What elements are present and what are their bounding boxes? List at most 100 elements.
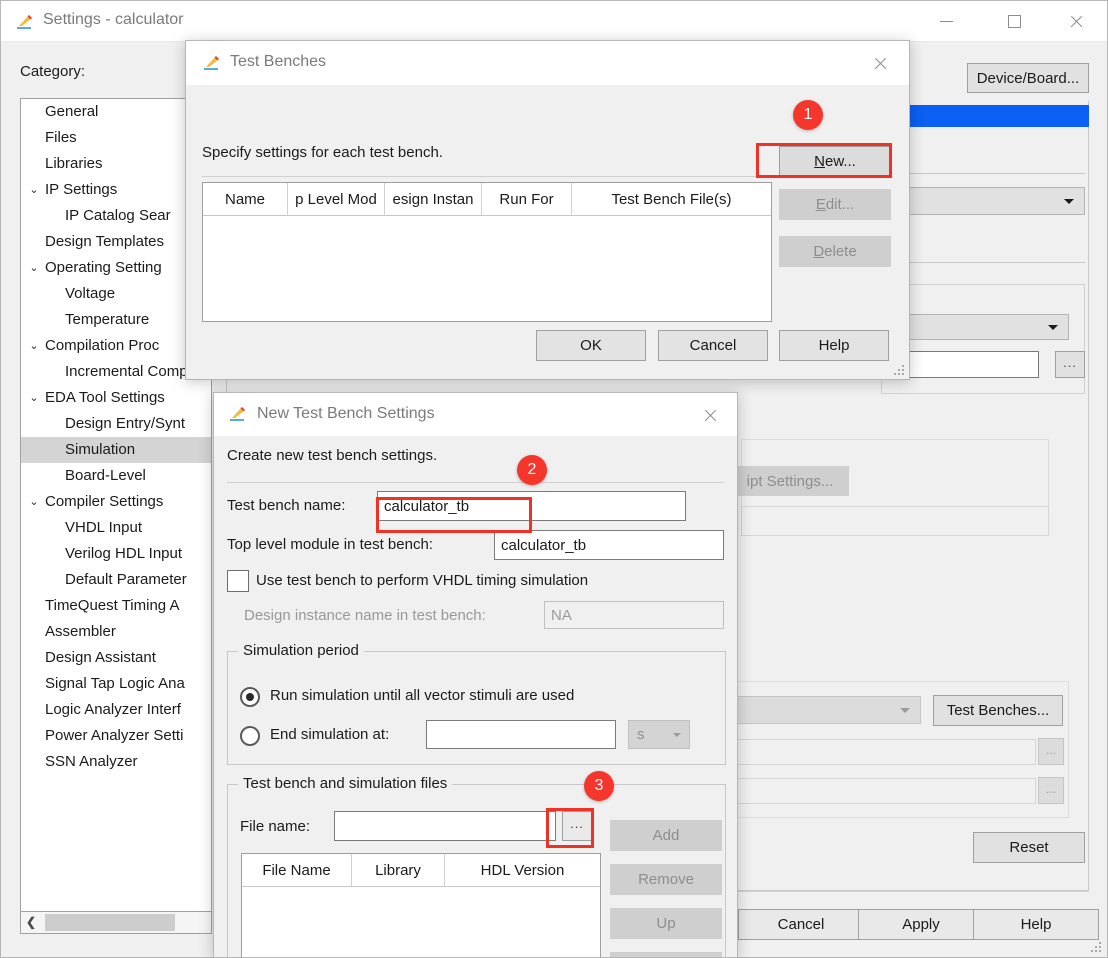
resize-grip[interactable] xyxy=(894,365,904,375)
sidebar-item-temperature[interactable]: Temperature xyxy=(21,307,211,333)
sidebar-item-operating-setting[interactable]: ⌄ Operating Setting xyxy=(21,255,211,281)
cancel-button[interactable]: Cancel xyxy=(658,330,768,361)
chevron-down-icon[interactable]: ⌄ xyxy=(27,255,41,281)
browse-button-b[interactable]: ... xyxy=(1038,738,1064,765)
down-button[interactable]: Down xyxy=(610,952,722,957)
time-unit-combobox[interactable]: s xyxy=(628,720,690,749)
new-test-bench-subtitle: Create new test bench settings. xyxy=(227,447,438,464)
minimize-icon[interactable] xyxy=(923,1,969,41)
sidebar-item-label: Files xyxy=(45,129,77,146)
sidebar-item-eda-tool-settings[interactable]: ⌄ EDA Tool Settings xyxy=(21,385,211,411)
column-header[interactable]: esign Instan xyxy=(385,183,482,215)
sidebar-item-incremental-compilat[interactable]: Incremental Compilat xyxy=(21,359,211,385)
sidebar-item-compilation-proc[interactable]: ⌄ Compilation Proc xyxy=(21,333,211,359)
sidebar-item-vhdl-input[interactable]: VHDL Input xyxy=(21,515,211,541)
scrollbar-thumb[interactable] xyxy=(45,914,175,931)
column-header[interactable]: File Name xyxy=(242,854,352,886)
scroll-left-icon[interactable]: ❮ xyxy=(22,913,40,931)
ok-button[interactable]: OK xyxy=(536,330,646,361)
reset-button[interactable]: Reset xyxy=(973,832,1085,863)
chevron-down-icon[interactable]: ⌄ xyxy=(27,489,41,515)
sidebar-item-label: Compiler Settings xyxy=(45,493,164,510)
device-board-button[interactable]: Device/Board... xyxy=(967,63,1089,93)
remove-button[interactable]: Remove xyxy=(610,864,722,895)
cancel-button[interactable]: Cancel xyxy=(738,909,864,940)
quartus-pencil-icon xyxy=(228,404,248,424)
nativelink-field[interactable] xyxy=(741,506,1049,536)
resize-grip[interactable] xyxy=(1091,942,1101,952)
browse-button-1[interactable]: ... xyxy=(1055,351,1085,378)
sidebar-item-voltage[interactable]: Voltage xyxy=(21,281,211,307)
file-name-field[interactable] xyxy=(334,811,556,841)
test-bench-name-label: Test bench name: xyxy=(227,497,346,514)
simulation-files-table[interactable]: File Name Library HDL Version xyxy=(241,853,601,957)
close-icon[interactable] xyxy=(693,401,727,429)
sidebar-item-label: Design Templates xyxy=(45,233,164,250)
chevron-down-icon[interactable]: ⌄ xyxy=(27,385,41,411)
sidebar-item-label: Verilog HDL Input xyxy=(65,545,183,562)
radio-run-all-stimuli[interactable] xyxy=(240,687,260,707)
sidebar-item-compiler-settings[interactable]: ⌄ Compiler Settings xyxy=(21,489,211,515)
test-benches-button[interactable]: Test Benches... xyxy=(933,695,1063,726)
file-name-label: File name: xyxy=(240,818,311,835)
design-instance-field[interactable]: NA xyxy=(544,601,724,629)
sidebar-item-ip-settings[interactable]: ⌄ IP Settings xyxy=(21,177,211,203)
sidebar-item-libraries[interactable]: Libraries xyxy=(21,151,211,177)
sidebar-item-design-entry-synt[interactable]: Design Entry/Synt xyxy=(21,411,211,437)
delete-button[interactable]: Delete xyxy=(779,236,891,267)
tool-name-combobox[interactable] xyxy=(881,187,1085,215)
sidebar-item-verilog-hdl-input[interactable]: Verilog HDL Input xyxy=(21,541,211,567)
apply-button[interactable]: Apply xyxy=(858,909,984,940)
edit-button-label: dit... xyxy=(825,196,855,213)
file-name-browse-button[interactable]: ... xyxy=(562,811,592,841)
category-list[interactable]: General Files Libraries ⌄ IP Settings IP Cata… xyxy=(20,98,212,912)
sidebar-item-signal-tap-logic-ana[interactable]: Signal Tap Logic Ana xyxy=(21,671,211,697)
column-header[interactable]: p Level Mod xyxy=(288,183,385,215)
existing-test-bench-table[interactable]: Name p Level Mod esign Instan Run For Test B… xyxy=(202,182,772,322)
close-icon[interactable] xyxy=(863,49,897,77)
column-header[interactable]: Test Bench File(s) xyxy=(572,183,771,215)
test-bench-name-field[interactable]: calculator_tb xyxy=(377,491,686,521)
sidebar-item-timequest-timing-a[interactable]: TimeQuest Timing A xyxy=(21,593,211,619)
vhdl-timing-checkbox[interactable] xyxy=(227,570,249,592)
sidebar-item-logic-analyzer-interf[interactable]: Logic Analyzer Interf xyxy=(21,697,211,723)
radio-end-simulation-at[interactable] xyxy=(240,726,260,746)
sidebar-item-simulation[interactable]: Simulation xyxy=(21,437,211,463)
maximize-icon[interactable] xyxy=(991,1,1037,41)
column-header[interactable]: Library xyxy=(352,854,445,886)
sidebar-item-board-level[interactable]: Board-Level xyxy=(21,463,211,489)
column-header[interactable]: Name xyxy=(203,183,288,215)
testbench-field-c[interactable] xyxy=(691,778,1036,804)
sidebar-item-power-analyzer-setti[interactable]: Power Analyzer Setti xyxy=(21,723,211,749)
sidebar-item-ip-catalog-sear[interactable]: IP Catalog Sear xyxy=(21,203,211,229)
up-button[interactable]: Up xyxy=(610,908,722,939)
new-button[interactable]: New... xyxy=(779,146,891,177)
edit-button[interactable]: Edit... xyxy=(779,189,891,220)
testbench-combobox[interactable] xyxy=(721,696,921,724)
help-button[interactable]: Help xyxy=(973,909,1099,940)
add-button[interactable]: Add xyxy=(610,820,722,851)
column-header[interactable]: HDL Version xyxy=(445,854,600,886)
sidebar-item-design-assistant[interactable]: Design Assistant xyxy=(21,645,211,671)
column-header[interactable]: Run For xyxy=(482,183,572,215)
new-test-bench-divider xyxy=(227,482,724,483)
sidebar-item-design-templates[interactable]: Design Templates xyxy=(21,229,211,255)
sidebar-item-general[interactable]: General xyxy=(21,99,211,125)
chevron-down-icon xyxy=(1048,325,1058,330)
category-horizontal-scrollbar[interactable]: ❮ xyxy=(20,912,212,934)
browse-button-c[interactable]: ... xyxy=(1038,777,1064,804)
sidebar-item-label: SSN Analyzer xyxy=(45,753,138,770)
chevron-down-icon[interactable]: ⌄ xyxy=(27,333,41,359)
sidebar-item-ssn-analyzer[interactable]: SSN Analyzer xyxy=(21,749,211,775)
script-settings-button[interactable]: ipt Settings... xyxy=(731,466,849,496)
end-simulation-at-field[interactable] xyxy=(426,720,616,749)
sidebar-item-default-parameter[interactable]: Default Parameter xyxy=(21,567,211,593)
close-icon[interactable] xyxy=(1053,1,1099,41)
chevron-down-icon[interactable]: ⌄ xyxy=(27,177,41,203)
sidebar-item-label: Design Assistant xyxy=(45,649,156,666)
help-button[interactable]: Help xyxy=(779,330,889,361)
top-level-module-field[interactable]: calculator_tb xyxy=(494,530,724,560)
sidebar-item-files[interactable]: Files xyxy=(21,125,211,151)
sidebar-item-assembler[interactable]: Assembler xyxy=(21,619,211,645)
testbench-field-b[interactable] xyxy=(691,739,1036,765)
